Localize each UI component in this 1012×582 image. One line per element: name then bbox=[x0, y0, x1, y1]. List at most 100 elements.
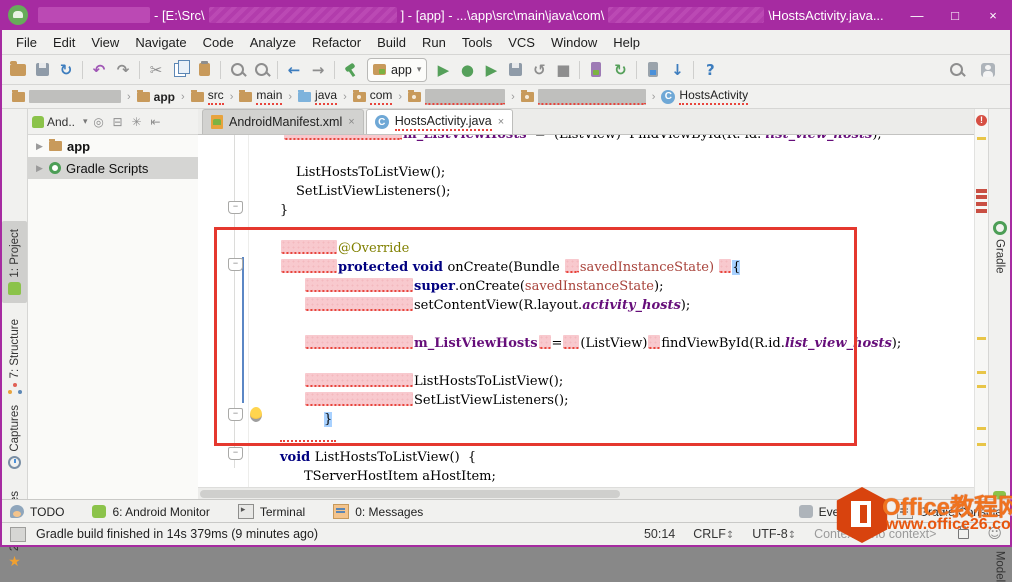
toolwindow-button-gradle-console[interactable]: Gradle Console bbox=[896, 504, 1002, 519]
run-configuration-select[interactable]: app ▾ bbox=[367, 57, 428, 82]
forward-icon[interactable]: → bbox=[306, 59, 330, 81]
code-line: SetListViewListeners(); bbox=[264, 182, 975, 201]
error-stripe[interactable]: ! bbox=[974, 109, 988, 500]
open-icon[interactable] bbox=[6, 59, 30, 81]
error-mark[interactable] bbox=[976, 195, 987, 199]
lock-icon[interactable] bbox=[958, 525, 970, 539]
error-mark[interactable] bbox=[976, 209, 987, 213]
breadcrumb-item-app[interactable]: app bbox=[135, 89, 177, 104]
breadcrumb-item-com[interactable]: com bbox=[351, 88, 395, 105]
breadcrumb-item[interactable] bbox=[406, 88, 507, 105]
menu-refactor[interactable]: Refactor bbox=[304, 35, 369, 50]
expand-arrow-icon[interactable]: ▶ bbox=[36, 141, 44, 152]
back-icon[interactable]: ← bbox=[282, 59, 306, 81]
minimize-button[interactable]: — bbox=[898, 0, 936, 30]
breadcrumb-item[interactable] bbox=[519, 88, 648, 105]
menu-help[interactable]: Help bbox=[605, 35, 648, 50]
debug-icon[interactable]: ● bbox=[455, 59, 479, 81]
redo-icon[interactable]: ↷ bbox=[111, 59, 135, 81]
error-mark[interactable] bbox=[976, 202, 987, 206]
maximize-button[interactable]: □ bbox=[936, 0, 974, 30]
toolwindow-button-event-log[interactable]: Event Log bbox=[798, 505, 873, 519]
context-indicator[interactable]: Context: <no context> bbox=[814, 527, 936, 541]
paste-icon[interactable] bbox=[192, 59, 216, 81]
warning-mark[interactable] bbox=[977, 385, 986, 388]
toolwindow-button-terminal[interactable]: Terminal bbox=[237, 504, 305, 519]
locate-target-icon[interactable]: ◎ bbox=[91, 115, 107, 129]
menu-edit[interactable]: Edit bbox=[45, 35, 83, 50]
run-icon[interactable]: ▶ bbox=[431, 59, 455, 81]
copy-icon[interactable] bbox=[168, 59, 192, 81]
caret-position[interactable]: 50:14 bbox=[644, 527, 675, 541]
warning-mark[interactable] bbox=[977, 337, 986, 340]
replace-icon[interactable] bbox=[249, 59, 273, 81]
sidebar-item-7-structure[interactable]: 7: Structure bbox=[2, 319, 27, 395]
tab-hostsactivity.java[interactable]: C HostsActivity.java × bbox=[365, 109, 514, 134]
warning-mark[interactable] bbox=[977, 427, 986, 430]
search-icon[interactable] bbox=[944, 59, 968, 81]
toolwindow-button-0-messages[interactable]: 0: Messages bbox=[333, 504, 423, 519]
menu-code[interactable]: Code bbox=[195, 35, 242, 50]
sync-icon[interactable]: ↻ bbox=[54, 59, 78, 81]
collapse-all-icon[interactable]: ⊟ bbox=[110, 115, 126, 129]
warning-mark[interactable] bbox=[977, 443, 986, 446]
tab-androidmanifest.xml[interactable]: AndroidManifest.xml × bbox=[202, 109, 364, 134]
horizontal-scrollbar-thumb[interactable] bbox=[200, 490, 620, 498]
encoding-indicator[interactable]: UTF-8↕ bbox=[752, 527, 796, 541]
tree-item-app[interactable]: ▶ app bbox=[28, 135, 198, 157]
device-icon[interactable] bbox=[584, 59, 608, 81]
hide-panel-icon[interactable]: ⇤ bbox=[148, 115, 164, 129]
hector-inspector-icon[interactable]: ☺ bbox=[987, 526, 1002, 542]
breadcrumb-separator-icon: › bbox=[511, 90, 515, 103]
coverage-icon[interactable]: ▶ bbox=[479, 59, 503, 81]
menu-file[interactable]: File bbox=[8, 35, 45, 50]
menu-view[interactable]: View bbox=[83, 35, 127, 50]
hammer-icon[interactable] bbox=[339, 59, 363, 81]
sidebar-item-captures[interactable]: Captures bbox=[2, 405, 27, 469]
cut-icon[interactable]: ✂ bbox=[144, 59, 168, 81]
breadcrumb-item[interactable] bbox=[10, 89, 123, 103]
toolwindow-toggle-icon[interactable] bbox=[10, 526, 26, 542]
close-icon[interactable]: × bbox=[348, 116, 354, 128]
menu-build[interactable]: Build bbox=[369, 35, 414, 50]
menu-tools[interactable]: Tools bbox=[454, 35, 500, 50]
toolwindow-button-6-android-monitor[interactable]: 6: Android Monitor bbox=[92, 505, 210, 519]
gear-icon[interactable]: ✳ bbox=[129, 115, 145, 129]
find-icon[interactable] bbox=[225, 59, 249, 81]
menu-window[interactable]: Window bbox=[543, 35, 605, 50]
close-button[interactable]: × bbox=[974, 0, 1012, 30]
sidebar-item-1-project[interactable]: 1: Project bbox=[2, 221, 27, 303]
code-area[interactable]: m_ListViewHosts = (ListView) FindViewByI… bbox=[198, 135, 975, 486]
save-icon[interactable] bbox=[30, 59, 54, 81]
warning-mark[interactable] bbox=[977, 371, 986, 374]
avd-icon[interactable]: ↓ bbox=[665, 59, 689, 81]
expand-arrow-icon[interactable]: ▶ bbox=[36, 163, 44, 174]
breadcrumb-item-main[interactable]: main bbox=[237, 88, 284, 105]
undo-icon[interactable]: ↶ bbox=[87, 59, 111, 81]
sidebar-item-gradle[interactable]: Gradle bbox=[989, 221, 1010, 274]
project-view-selector[interactable]: And.. bbox=[47, 115, 75, 129]
menu-vcs[interactable]: VCS bbox=[500, 35, 543, 50]
menu-navigate[interactable]: Navigate bbox=[127, 35, 194, 50]
warning-mark[interactable] bbox=[977, 137, 986, 140]
breadcrumb-item-hostsactivity[interactable]: C HostsActivity bbox=[659, 88, 750, 105]
breadcrumb-item-java[interactable]: java bbox=[296, 88, 339, 105]
attach-icon[interactable] bbox=[503, 59, 527, 81]
close-icon[interactable]: × bbox=[498, 116, 504, 128]
line-separator-indicator[interactable]: CRLF↕ bbox=[693, 527, 734, 541]
avatar-icon[interactable] bbox=[976, 59, 1000, 81]
chevron-down-icon[interactable]: ▾ bbox=[83, 116, 88, 127]
tree-item-gradle-scripts[interactable]: ▶ Gradle Scripts bbox=[28, 157, 198, 179]
code-line: m_ListViewHosts = (ListView) FindViewByI… bbox=[264, 135, 975, 144]
breadcrumb-item-src[interactable]: src bbox=[189, 88, 226, 105]
help-icon[interactable]: ? bbox=[698, 59, 722, 81]
error-mark[interactable] bbox=[976, 189, 987, 193]
layout-icon[interactable] bbox=[641, 59, 665, 81]
stop-icon[interactable]: ■ bbox=[551, 59, 575, 81]
stepback-icon[interactable]: ↺ bbox=[527, 59, 551, 81]
menu-analyze[interactable]: Analyze bbox=[242, 35, 304, 50]
toolwindow-button-todo[interactable]: TODO bbox=[10, 505, 64, 519]
editor[interactable]: − − − − m_ListViewHosts = (ListView) Fin… bbox=[198, 135, 975, 488]
gradle-sync-icon[interactable]: ↻ bbox=[608, 59, 632, 81]
menu-run[interactable]: Run bbox=[414, 35, 454, 50]
